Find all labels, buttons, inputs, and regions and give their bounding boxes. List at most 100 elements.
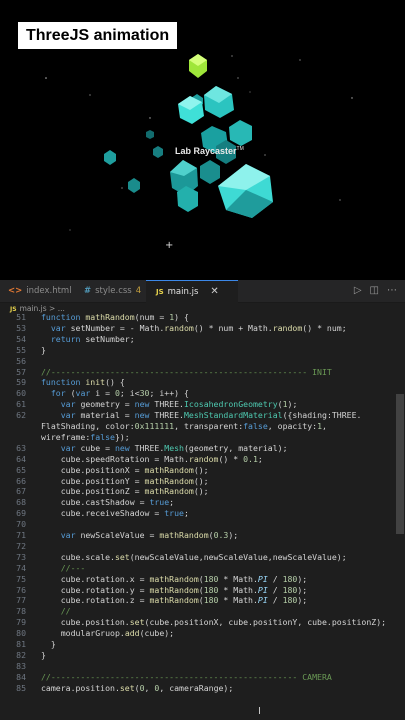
line-number: 55 bbox=[16, 344, 26, 355]
code-text[interactable]: cube.speedRotation = Math.random() * 0.1… bbox=[41, 454, 263, 464]
code-line[interactable]: 61 var geometry = new THREE.IcosahedronG… bbox=[0, 399, 405, 409]
code-line[interactable]: 76 cube.rotation.y = mathRandom(180 * Ma… bbox=[0, 585, 405, 595]
line-number: 83 bbox=[16, 660, 26, 671]
tab-label: style.css bbox=[95, 286, 132, 296]
tab-style-css[interactable]: # style.css 4 bbox=[76, 280, 142, 302]
code-line[interactable]: 64 cube.speedRotation = Math.random() * … bbox=[0, 454, 405, 464]
code-line[interactable]: 70 bbox=[0, 519, 405, 529]
code-text[interactable]: } bbox=[41, 639, 56, 649]
code-text[interactable]: var setNumber = - Math.random() * num + … bbox=[41, 323, 347, 333]
line-number: 79 bbox=[16, 617, 26, 628]
code-line[interactable]: 69 cube.receiveShadow = true; bbox=[0, 508, 405, 518]
code-line[interactable]: 73 cube.scale.set(newScaleValue,newScale… bbox=[0, 552, 405, 562]
code-line[interactable]: 82} bbox=[0, 650, 405, 660]
code-line[interactable]: 78 // bbox=[0, 606, 405, 616]
more-actions-icon[interactable]: ⋯ bbox=[387, 285, 397, 296]
editor-tab-bar: <> index.html # style.css 4 JS main.js ✕ ▷ ◫ ⋯ bbox=[0, 280, 405, 303]
code-text[interactable]: cube.rotation.y = mathRandom(180 * Math.… bbox=[41, 585, 308, 595]
line-number: 63 bbox=[16, 442, 26, 453]
scrollbar-thumb[interactable] bbox=[396, 394, 404, 534]
code-text[interactable]: } bbox=[41, 650, 46, 660]
code-text[interactable]: FlatShading, color:0x111111, transparent… bbox=[41, 421, 327, 431]
code-text[interactable]: camera.position.set(0, 0, cameraRange); bbox=[41, 683, 233, 693]
css-file-icon: # bbox=[84, 286, 92, 296]
crosshair-cursor-icon: + bbox=[165, 240, 174, 251]
line-number: 56 bbox=[16, 355, 26, 366]
code-text[interactable]: var cube = new THREE.Mesh(geometry, mate… bbox=[41, 443, 288, 453]
threejs-canvas[interactable]: ThreeJS animation Lab RaycasterTM + bbox=[0, 0, 405, 280]
code-line[interactable]: 84 //------------------------------------… bbox=[0, 672, 405, 682]
code-line[interactable]: 51 function mathRandom(num = 1) { bbox=[0, 312, 405, 322]
code-text[interactable]: var geometry = new THREE.IcosahedronGeom… bbox=[41, 399, 298, 409]
code-text[interactable]: for (var i = 0; i<30; i++) { bbox=[41, 388, 189, 398]
code-line[interactable]: 59 function init() { bbox=[0, 377, 405, 387]
split-editor-icon[interactable]: ◫ bbox=[370, 285, 379, 296]
code-editor[interactable]: <> index.html # style.css 4 JS main.js ✕ ▷ ◫ ⋯ … bbox=[0, 280, 405, 720]
code-line[interactable]: 54 return setNumber; bbox=[0, 334, 405, 344]
code-line[interactable]: 77 cube.rotation.z = mathRandom(180 * Ma… bbox=[0, 595, 405, 605]
code-line[interactable]: 63 var cube = new THREE.Mesh(geometry, m… bbox=[0, 443, 405, 453]
code-line[interactable]: 66 cube.positionY = mathRandom(); bbox=[0, 476, 405, 486]
line-number: 62 bbox=[16, 410, 26, 421]
vertical-scrollbar[interactable] bbox=[395, 316, 405, 720]
line-number: 69 bbox=[16, 508, 26, 519]
code-text[interactable]: cube.positionY = mathRandom(); bbox=[41, 476, 209, 486]
code-text[interactable]: // bbox=[41, 606, 71, 616]
code-text[interactable]: //--------------------------------------… bbox=[41, 672, 332, 682]
code-line[interactable]: 71 var newScaleValue = mathRandom(0.3); bbox=[0, 530, 405, 540]
tab-label: index.html bbox=[26, 286, 72, 296]
code-text[interactable]: cube.receiveShadow = true; bbox=[41, 508, 189, 518]
code-text[interactable]: //--------------------------------------… bbox=[41, 367, 332, 377]
code-line[interactable]: 62 var material = new THREE.MeshStandard… bbox=[0, 410, 405, 420]
line-number: 57 bbox=[16, 366, 26, 377]
code-text[interactable]: cube.rotation.z = mathRandom(180 * Math.… bbox=[41, 595, 308, 605]
code-line[interactable]: 53 var setNumber = - Math.random() * num… bbox=[0, 323, 405, 333]
code-line[interactable]: 81 } bbox=[0, 639, 405, 649]
line-number: 73 bbox=[16, 551, 26, 562]
line-number: 51 bbox=[16, 312, 26, 322]
line-number: 61 bbox=[16, 399, 26, 410]
code-text[interactable]: return setNumber; bbox=[41, 334, 135, 344]
close-tab-icon[interactable]: ✕ bbox=[210, 286, 218, 297]
code-text[interactable]: cube.positionX = mathRandom(); bbox=[41, 465, 209, 475]
line-number: 66 bbox=[16, 475, 26, 486]
code-text[interactable]: var newScaleValue = mathRandom(0.3); bbox=[41, 530, 239, 540]
code-text[interactable]: cube.rotation.x = mathRandom(180 * Math.… bbox=[41, 574, 308, 584]
code-line[interactable]: FlatShading, color:0x111111, transparent… bbox=[0, 421, 405, 431]
code-line[interactable]: 83 bbox=[0, 661, 405, 671]
code-text[interactable]: wireframe:false}); bbox=[41, 432, 130, 442]
code-text[interactable]: cube.positionZ = mathRandom(); bbox=[41, 486, 209, 496]
code-line[interactable]: 72 bbox=[0, 541, 405, 551]
code-text[interactable]: //--- bbox=[41, 563, 86, 573]
code-line[interactable]: 75 cube.rotation.x = mathRandom(180 * Ma… bbox=[0, 574, 405, 584]
code-line[interactable]: 65 cube.positionX = mathRandom(); bbox=[0, 465, 405, 475]
code-line[interactable]: wireframe:false}); bbox=[0, 432, 405, 442]
code-text[interactable]: modularGruop.add(cube); bbox=[41, 628, 174, 638]
code-text[interactable]: function mathRandom(num = 1) { bbox=[41, 312, 189, 322]
line-number: 84 bbox=[16, 671, 26, 682]
code-line[interactable]: 56 bbox=[0, 356, 405, 366]
tab-main-js[interactable]: JS main.js ✕ bbox=[146, 280, 238, 303]
code-line[interactable]: 60 for (var i = 0; i<30; i++) { bbox=[0, 388, 405, 398]
code-text[interactable]: cube.scale.set(newScaleValue,newScaleVal… bbox=[41, 552, 347, 562]
code-line[interactable]: 57 //------------------------------------… bbox=[0, 367, 405, 377]
code-text[interactable]: var material = new THREE.MeshStandardMat… bbox=[41, 410, 362, 420]
code-line[interactable]: 80 modularGruop.add(cube); bbox=[0, 628, 405, 638]
code-text[interactable]: } bbox=[41, 345, 46, 355]
code-line[interactable]: 55} bbox=[0, 345, 405, 355]
run-icon[interactable]: ▷ bbox=[354, 285, 362, 296]
code-line[interactable]: 85 camera.position.set(0, 0, cameraRange)… bbox=[0, 683, 405, 693]
code-line[interactable]: 68 cube.castShadow = true; bbox=[0, 497, 405, 507]
line-number: 68 bbox=[16, 497, 26, 508]
code-line[interactable]: 74 //--- bbox=[0, 563, 405, 573]
line-number: 72 bbox=[16, 540, 26, 551]
code-line[interactable]: 67 cube.positionZ = mathRandom(); bbox=[0, 486, 405, 496]
code-text[interactable]: cube.position.set(cube.positionX, cube.p… bbox=[41, 617, 386, 627]
line-number: 85 bbox=[16, 682, 26, 693]
code-text[interactable]: function init() { bbox=[41, 377, 125, 387]
tab-index-html[interactable]: <> index.html bbox=[0, 280, 72, 302]
code-line[interactable]: 79 cube.position.set(cube.positionX, cub… bbox=[0, 617, 405, 627]
text-cursor-icon: I bbox=[258, 706, 261, 717]
line-number: 71 bbox=[16, 530, 26, 540]
code-text[interactable]: cube.castShadow = true; bbox=[41, 497, 174, 507]
